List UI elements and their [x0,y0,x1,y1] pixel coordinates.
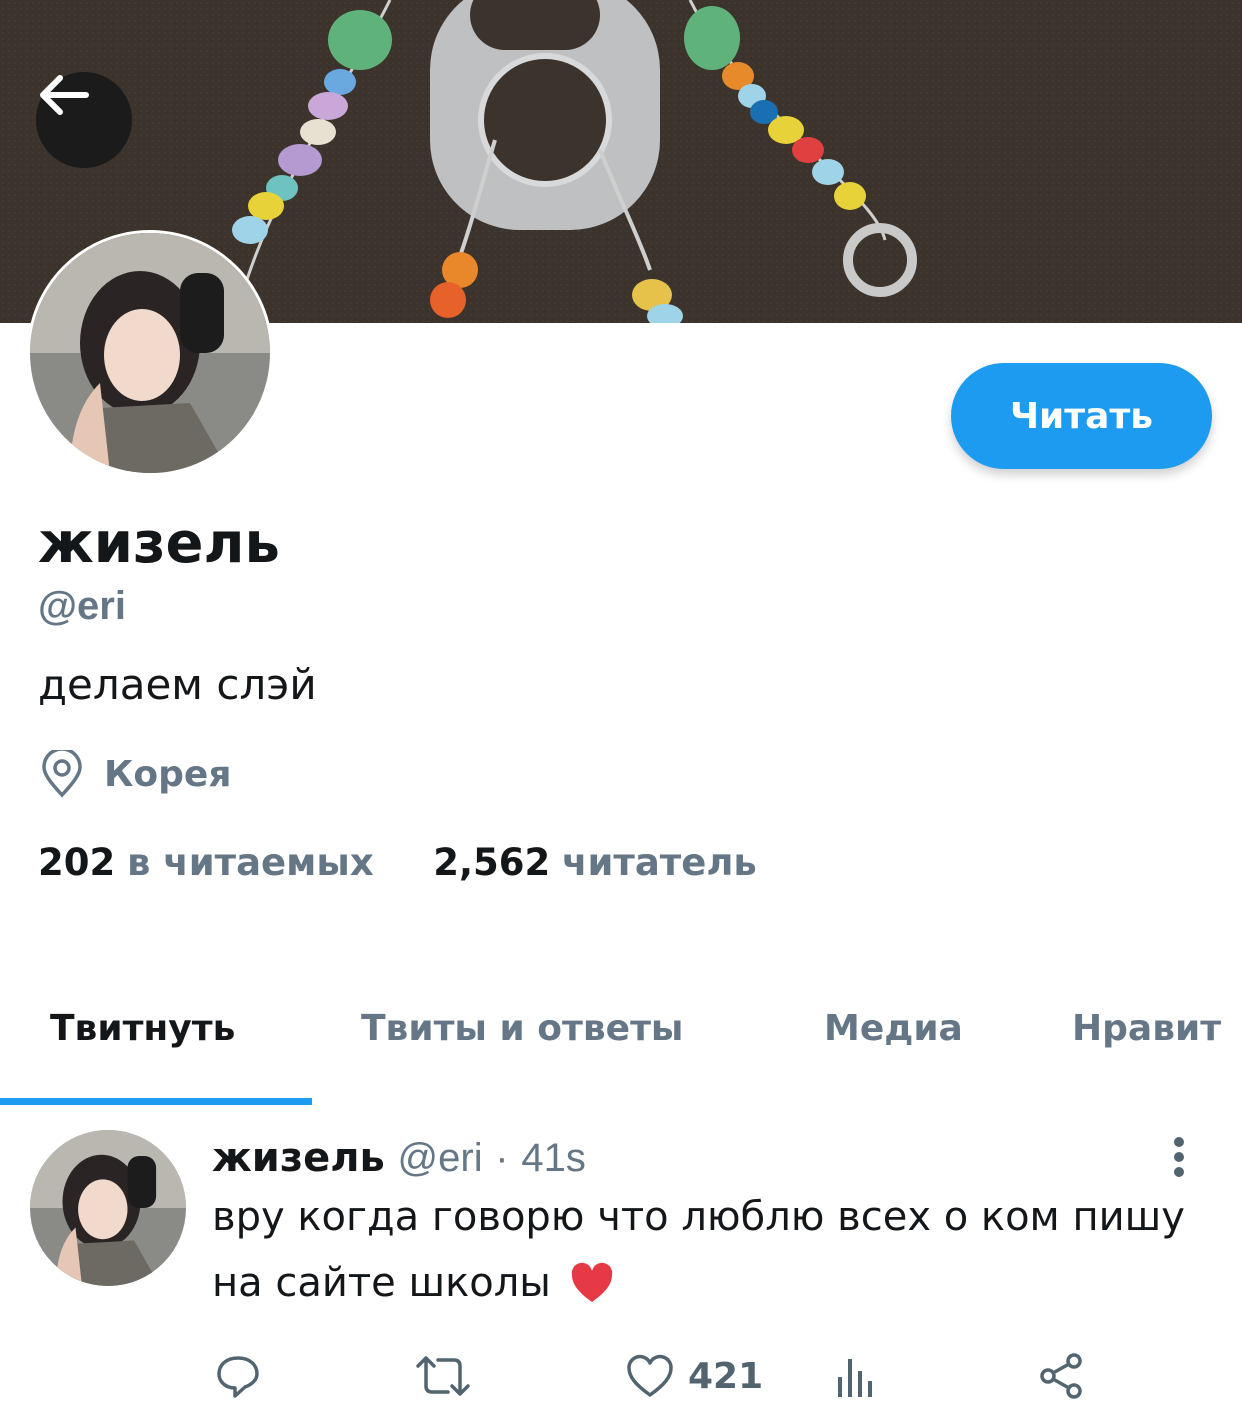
red-heart-emoji-icon [571,1262,612,1302]
display-name: жизель [38,511,280,576]
following-link[interactable]: 202 в читаемых [38,841,385,884]
profile-bio: делаем слэй [38,660,317,709]
tab-tweets-and-replies[interactable]: Твиты и ответы [361,1008,684,1049]
tab-media[interactable]: Медиа [824,1008,963,1049]
arrow-left-icon [40,75,89,115]
location-pin-icon [42,750,82,798]
tweet-author-avatar[interactable] [30,1130,186,1286]
like-count: 421 [688,1355,764,1397]
tab-likes[interactable]: Нравит [1072,1008,1221,1049]
tweet-header: жизель @eri · 41s [212,1132,586,1184]
more-options-icon[interactable] [1166,1136,1192,1178]
following-count: 202 [38,841,116,884]
followers-link[interactable]: 2,562 читатель [433,841,757,884]
reply-icon [217,1356,259,1398]
reply-button[interactable] [214,1350,262,1402]
followers-count: 2,562 [433,841,551,884]
retweet-icon [416,1356,470,1396]
active-tab-indicator [0,1098,312,1105]
tweet-timestamp[interactable]: 41s [521,1136,586,1180]
analytics-button[interactable] [834,1350,878,1402]
like-button[interactable]: 421 [626,1350,763,1402]
analytics-icon [838,1359,872,1397]
tweet-author-name[interactable]: жизель [212,1135,385,1181]
tweet-text: вру когда говорю что люблю всех о ком пи… [212,1184,1202,1316]
tweet-separator: · [495,1136,509,1180]
retweet-button[interactable] [414,1350,472,1402]
user-handle: @eri [38,584,126,628]
follow-stats: 202 в читаемых 2,562 читатель [38,838,757,888]
location-text: Корея [104,753,232,795]
share-button[interactable] [1038,1350,1086,1402]
following-label: в читаемых [127,841,374,884]
profile-tabs: Твитнуть Твиты и ответы Медиа Нравит [0,1000,1242,1106]
tweet-body: вру когда говорю что люблю всех о ком пи… [212,1194,1185,1306]
back-button[interactable] [36,72,132,168]
avatar-image [30,1130,186,1286]
tweet-author-handle[interactable]: @eri [398,1136,483,1180]
share-icon [1040,1353,1082,1399]
heart-icon [627,1354,673,1397]
tab-tweets[interactable]: Твитнуть [50,1008,235,1049]
profile-location: Корея [40,750,231,798]
follow-button[interactable]: Читать [951,363,1212,469]
profile-avatar[interactable] [30,233,270,473]
avatar-image [30,233,270,473]
followers-label: читатель [562,841,757,884]
